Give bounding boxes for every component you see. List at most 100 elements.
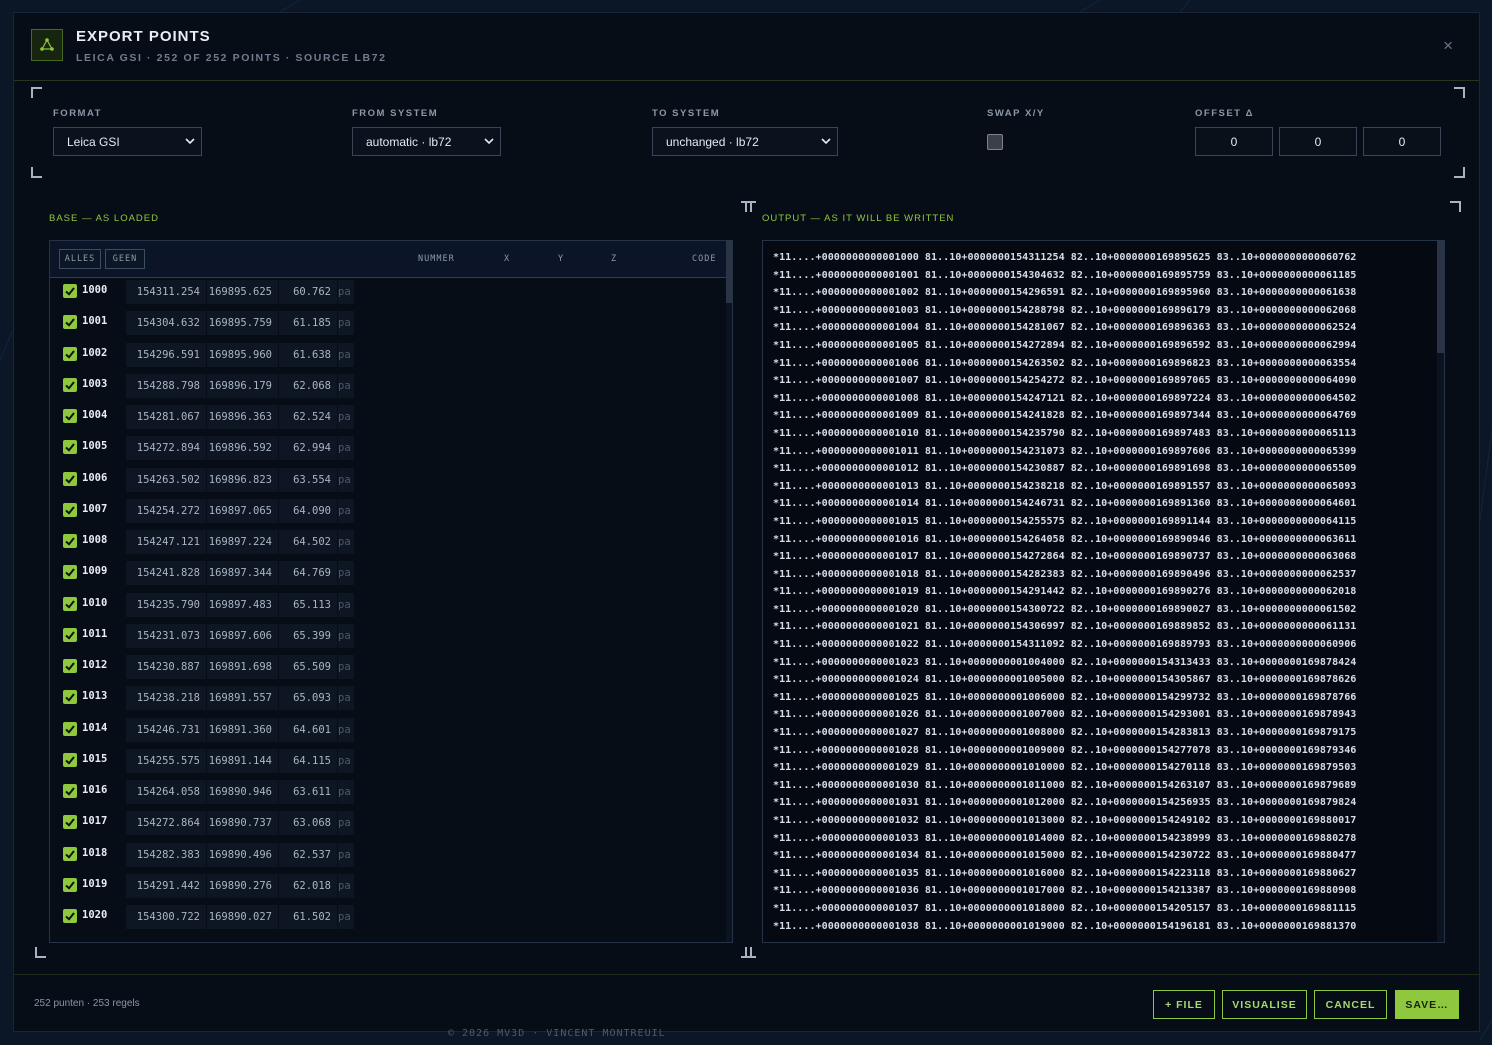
column-x[interactable]: X <box>504 254 510 264</box>
row-checkbox[interactable] <box>63 627 77 642</box>
point-z: 61.502 <box>279 905 337 929</box>
row-checkbox[interactable] <box>63 877 77 892</box>
output-line: *11....+0000000000001005 81..10+00000001… <box>773 339 1357 351</box>
table-row[interactable]: 1002 154296.591 169895.960 61.638 pa <box>50 341 726 372</box>
offset-y-input[interactable]: 0 <box>1279 127 1357 156</box>
table-row[interactable]: 1015 154255.575 169891.144 64.115 pa <box>50 747 726 778</box>
frame-corner <box>745 947 756 958</box>
point-code: pa <box>338 280 354 304</box>
select-all-button[interactable]: ALLES <box>59 249 101 269</box>
add-file-button[interactable]: + FILE <box>1153 990 1215 1019</box>
point-x: 154304.632 <box>126 311 206 336</box>
scrollbar[interactable] <box>726 241 732 942</box>
point-x: 154246.731 <box>126 717 206 742</box>
output-line: *11....+0000000000001021 81..10+00000001… <box>773 621 1357 633</box>
base-points-table: ALLES GEEN NUMMER X Y Z CODE 1000 154311.… <box>49 240 733 943</box>
row-checkbox[interactable] <box>63 596 77 611</box>
point-z: 63.554 <box>279 467 337 492</box>
output-line: *11....+0000000000001031 81..10+00000000… <box>773 797 1357 809</box>
cancel-button[interactable]: CANCEL <box>1314 990 1387 1019</box>
point-number: 1001 <box>82 315 108 328</box>
row-checkbox[interactable] <box>63 721 77 736</box>
row-checkbox[interactable] <box>63 565 77 580</box>
point-x: 154254.272 <box>126 498 206 523</box>
frame-corner <box>1450 201 1461 212</box>
table-row[interactable]: 1011 154231.073 169897.606 65.399 pa <box>50 622 726 653</box>
from-system-select[interactable]: automatic · lb72 <box>352 127 501 156</box>
table-row[interactable]: 1016 154264.058 169890.946 63.611 pa <box>50 778 726 809</box>
row-checkbox[interactable] <box>63 534 77 548</box>
chevron-down-icon <box>484 138 494 145</box>
point-code: pa <box>338 561 354 586</box>
row-checkbox[interactable] <box>63 784 77 798</box>
point-number: 1008 <box>82 534 108 546</box>
visualise-button[interactable]: VISUALISE <box>1222 990 1307 1019</box>
output-line: *11....+0000000000001029 81..10+00000000… <box>773 762 1357 774</box>
format-select[interactable]: Leica GSI <box>53 127 202 156</box>
table-row[interactable]: 1017 154272.864 169890.737 63.068 pa <box>50 809 726 840</box>
row-checkbox[interactable] <box>63 284 77 298</box>
table-row[interactable]: 1009 154241.828 169897.344 64.769 pa <box>50 559 726 590</box>
row-checkbox[interactable] <box>63 440 77 455</box>
close-icon[interactable]: × <box>1443 37 1453 54</box>
table-row[interactable]: 1008 154247.121 169897.224 64.502 pa <box>50 528 726 559</box>
point-code: pa <box>338 405 354 429</box>
row-checkbox[interactable] <box>63 502 77 517</box>
to-system-select[interactable]: unchanged · lb72 <box>652 127 838 156</box>
table-row[interactable]: 1010 154235.790 169897.483 65.113 pa <box>50 591 726 622</box>
table-row[interactable]: 1001 154304.632 169895.759 61.185 pa <box>50 309 726 340</box>
row-checkbox[interactable] <box>63 471 77 486</box>
table-row[interactable]: 1003 154288.798 169896.179 62.068 pa <box>50 372 726 403</box>
swap-xy-checkbox[interactable] <box>987 134 1003 150</box>
row-checkbox[interactable] <box>63 690 77 705</box>
scrollbar-thumb[interactable] <box>1437 241 1444 353</box>
row-checkbox[interactable] <box>63 409 77 423</box>
table-row[interactable]: 1013 154238.218 169891.557 65.093 pa <box>50 684 726 715</box>
frame-corner <box>745 201 756 212</box>
output-line: *11....+0000000000001011 81..10+00000001… <box>773 445 1357 457</box>
select-none-button[interactable]: GEEN <box>105 249 145 269</box>
row-checkbox[interactable] <box>63 315 77 330</box>
offset-x-input[interactable]: 0 <box>1195 127 1273 156</box>
check-icon <box>65 599 75 609</box>
output-line: *11....+0000000000001023 81..10+00000000… <box>773 656 1357 668</box>
row-checkbox[interactable] <box>63 659 77 673</box>
table-row[interactable]: 1005 154272.894 169896.592 62.994 pa <box>50 434 726 465</box>
to-system-value: unchanged · lb72 <box>666 134 759 149</box>
point-z: 62.068 <box>279 373 337 398</box>
table-row[interactable]: 1007 154254.272 169897.065 64.090 pa <box>50 497 726 528</box>
scrollbar[interactable] <box>1437 241 1444 942</box>
table-row[interactable]: 1000 154311.254 169895.625 60.762 pa <box>50 278 726 309</box>
frame-corner <box>35 947 46 958</box>
offset-z-input[interactable]: 0 <box>1363 127 1441 156</box>
table-row[interactable]: 1020 154300.722 169890.027 61.502 pa <box>50 903 726 934</box>
row-checkbox[interactable] <box>63 815 77 830</box>
output-line: *11....+0000000000001022 81..10+00000001… <box>773 639 1357 651</box>
table-row[interactable]: 1014 154246.731 169891.360 64.601 pa <box>50 716 726 747</box>
point-number: 1011 <box>82 627 108 640</box>
check-icon <box>65 662 75 671</box>
table-row[interactable]: 1012 154230.887 169891.698 65.509 pa <box>50 653 726 684</box>
check-icon <box>65 287 75 296</box>
scrollbar-thumb[interactable] <box>726 241 732 303</box>
point-x: 154272.864 <box>126 811 206 836</box>
point-number: 1007 <box>82 502 108 515</box>
save-button[interactable]: SAVE… <box>1395 990 1459 1019</box>
column-y[interactable]: Y <box>558 254 564 264</box>
point-z: 62.524 <box>279 405 337 429</box>
table-row[interactable]: 1006 154263.502 169896.823 63.554 pa <box>50 466 726 497</box>
column-code[interactable]: CODE <box>692 254 716 264</box>
table-row[interactable]: 1004 154281.067 169896.363 62.524 pa <box>50 403 726 434</box>
row-checkbox[interactable] <box>63 752 77 767</box>
row-checkbox[interactable] <box>63 346 77 361</box>
table-row[interactable]: 1018 154282.383 169890.496 62.537 pa <box>50 841 726 872</box>
column-number[interactable]: NUMMER <box>418 254 455 264</box>
row-checkbox[interactable] <box>63 377 77 392</box>
point-code: pa <box>338 842 354 867</box>
point-code: pa <box>338 748 354 773</box>
output-line: *11....+0000000000001017 81..10+00000001… <box>773 551 1357 563</box>
row-checkbox[interactable] <box>63 909 77 923</box>
table-row[interactable]: 1019 154291.442 169890.276 62.018 pa <box>50 872 726 903</box>
column-z[interactable]: Z <box>611 254 617 264</box>
row-checkbox[interactable] <box>63 846 77 861</box>
